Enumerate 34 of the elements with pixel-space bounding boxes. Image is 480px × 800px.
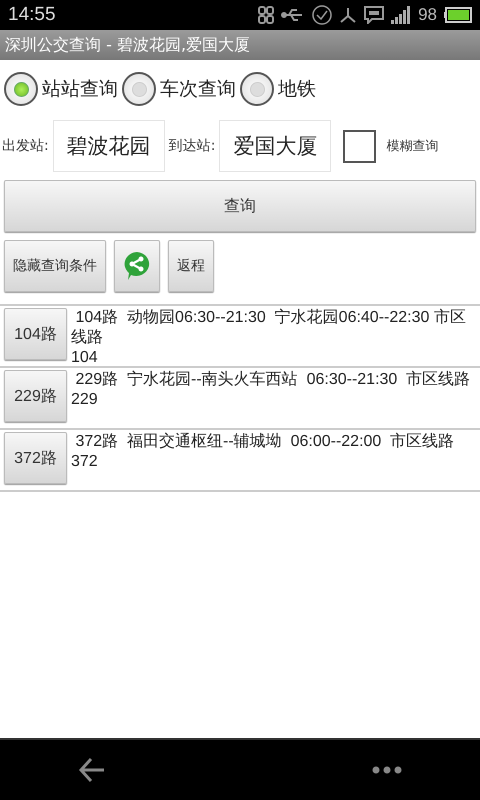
clock: 14:55 [8, 4, 57, 26]
input-field[interactable]: 爱国大厦 [219, 120, 332, 172]
input-field[interactable]: 碧波花园 [52, 120, 165, 172]
apps-icon [258, 6, 274, 24]
action-button[interactable]: 隐藏查询条件 [4, 240, 106, 292]
field-label: 出发站: [2, 137, 49, 155]
route-button[interactable]: 372路 [4, 432, 67, 484]
route-button[interactable]: 104路 [4, 308, 67, 360]
radio-option[interactable]: 站站查询 [4, 72, 118, 106]
route-button[interactable]: 229路 [4, 370, 67, 422]
share-icon [123, 251, 151, 281]
signal-icon [391, 6, 412, 24]
window-title: 深圳公交查询 - 碧波花园,爱国大厦 [0, 30, 480, 60]
action-button[interactable]: 返程 [168, 240, 214, 292]
check-circle-icon [312, 5, 332, 25]
battery-percent: 98 [418, 5, 437, 25]
route-description: 372路 福田交通枢纽--辅城坳 06:00--22:00 市区线路 [74, 432, 456, 452]
route-description: 104路 动物园06:30--21:30 宁水花园06:40--22:30 市区线路 [71, 308, 467, 348]
back-icon[interactable] [78, 756, 106, 784]
share-button[interactable] [114, 240, 160, 292]
more-icon[interactable] [372, 766, 402, 774]
route-number: 372 [71, 452, 99, 472]
checkbox-label: 模糊查询 [386, 138, 438, 155]
route-number: 229 [71, 390, 99, 410]
checkbox[interactable] [343, 130, 376, 162]
message-icon [364, 6, 384, 24]
network-icon [339, 7, 358, 23]
radio-option[interactable]: 车次查询 [122, 72, 236, 106]
radio-option[interactable]: 地铁 [240, 72, 316, 106]
field-label: 到达站: [168, 137, 216, 155]
query-button[interactable]: 查询 [4, 180, 476, 232]
battery-icon [444, 7, 472, 23]
route-description: 229路 宁水花园--南头火车西站 06:30--21:30 市区线路 [74, 370, 472, 390]
route-number: 104 [71, 348, 99, 368]
